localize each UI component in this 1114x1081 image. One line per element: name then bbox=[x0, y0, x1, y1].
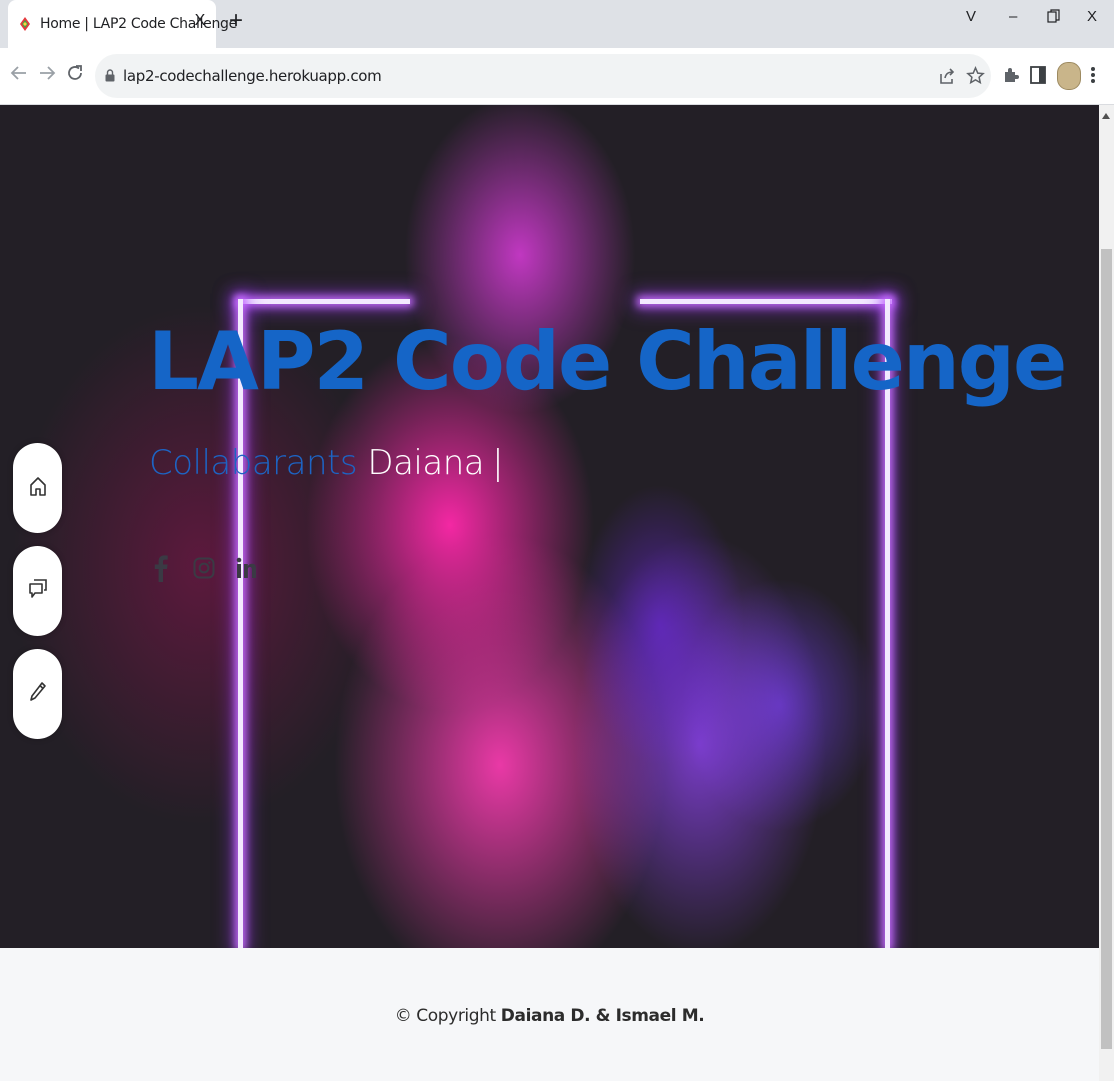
url-text: lap2-codechallenge.herokuapp.com bbox=[123, 67, 382, 85]
minimize-button[interactable]: – bbox=[1009, 8, 1017, 25]
tab-search-button[interactable]: V bbox=[966, 8, 976, 25]
reload-button[interactable] bbox=[64, 64, 86, 87]
home-nav-button[interactable] bbox=[13, 443, 62, 533]
edit-nav-button[interactable] bbox=[13, 649, 62, 739]
scroll-up-arrow-icon[interactable] bbox=[1102, 113, 1110, 119]
typed-name: Daiana bbox=[367, 443, 485, 483]
forward-button[interactable] bbox=[36, 64, 58, 87]
extensions-icon[interactable] bbox=[1002, 66, 1022, 86]
restore-button[interactable] bbox=[1047, 9, 1060, 27]
neon-frame-top-right bbox=[640, 299, 892, 304]
bookmark-star-icon[interactable] bbox=[966, 65, 986, 86]
typing-caret: | bbox=[492, 443, 504, 483]
scrollbar-thumb[interactable] bbox=[1101, 249, 1112, 1049]
instagram-icon[interactable] bbox=[192, 553, 216, 583]
address-bar[interactable]: lap2-codechallenge.herokuapp.com bbox=[95, 54, 991, 98]
page-footer: © Copyright Daiana D. & Ismael M. bbox=[0, 948, 1099, 1081]
comments-nav-button[interactable] bbox=[13, 546, 62, 636]
hero-section: LAP2 Code Challenge Collabarants Daiana | bbox=[0, 105, 1099, 948]
browser-tab-strip: Home | LAP2 Code Challenge X + V – X bbox=[0, 0, 1114, 48]
browser-toolbar: lap2-codechallenge.herokuapp.com bbox=[0, 48, 1114, 105]
copyright-prefix: © Copyright bbox=[394, 1006, 496, 1026]
lock-icon bbox=[105, 69, 115, 82]
new-tab-button[interactable]: + bbox=[226, 9, 246, 33]
neon-frame-top-left bbox=[238, 299, 410, 304]
facebook-icon[interactable] bbox=[150, 553, 174, 583]
side-panel-icon[interactable] bbox=[1030, 66, 1050, 86]
copyright-line: © Copyright Daiana D. & Ismael M. bbox=[0, 1006, 1099, 1026]
page-viewport: LAP2 Code Challenge Collabarants Daiana | bbox=[0, 105, 1099, 1081]
pencil-icon bbox=[29, 681, 47, 708]
profile-avatar[interactable] bbox=[1057, 62, 1081, 90]
tab-close-button[interactable]: X bbox=[192, 12, 208, 30]
subtitle-lead: Collabarants bbox=[149, 443, 358, 483]
hero-title: LAP2 Code Challenge bbox=[148, 315, 1067, 408]
page-scrollbar[interactable] bbox=[1099, 105, 1114, 1081]
hero-subtitle: Collabarants Daiana | bbox=[149, 443, 504, 483]
browser-tab[interactable]: Home | LAP2 Code Challenge X bbox=[8, 0, 237, 48]
home-icon bbox=[29, 475, 47, 502]
close-window-button[interactable]: X bbox=[1087, 8, 1097, 25]
copyright-authors: Daiana D. & Ismael M. bbox=[500, 1006, 705, 1026]
share-icon[interactable] bbox=[938, 67, 958, 87]
site-favicon-icon bbox=[18, 16, 32, 32]
back-button[interactable] bbox=[8, 64, 30, 87]
linkedin-icon[interactable] bbox=[234, 553, 258, 583]
chat-icon bbox=[28, 578, 48, 605]
more-menu-icon[interactable] bbox=[1090, 66, 1110, 86]
